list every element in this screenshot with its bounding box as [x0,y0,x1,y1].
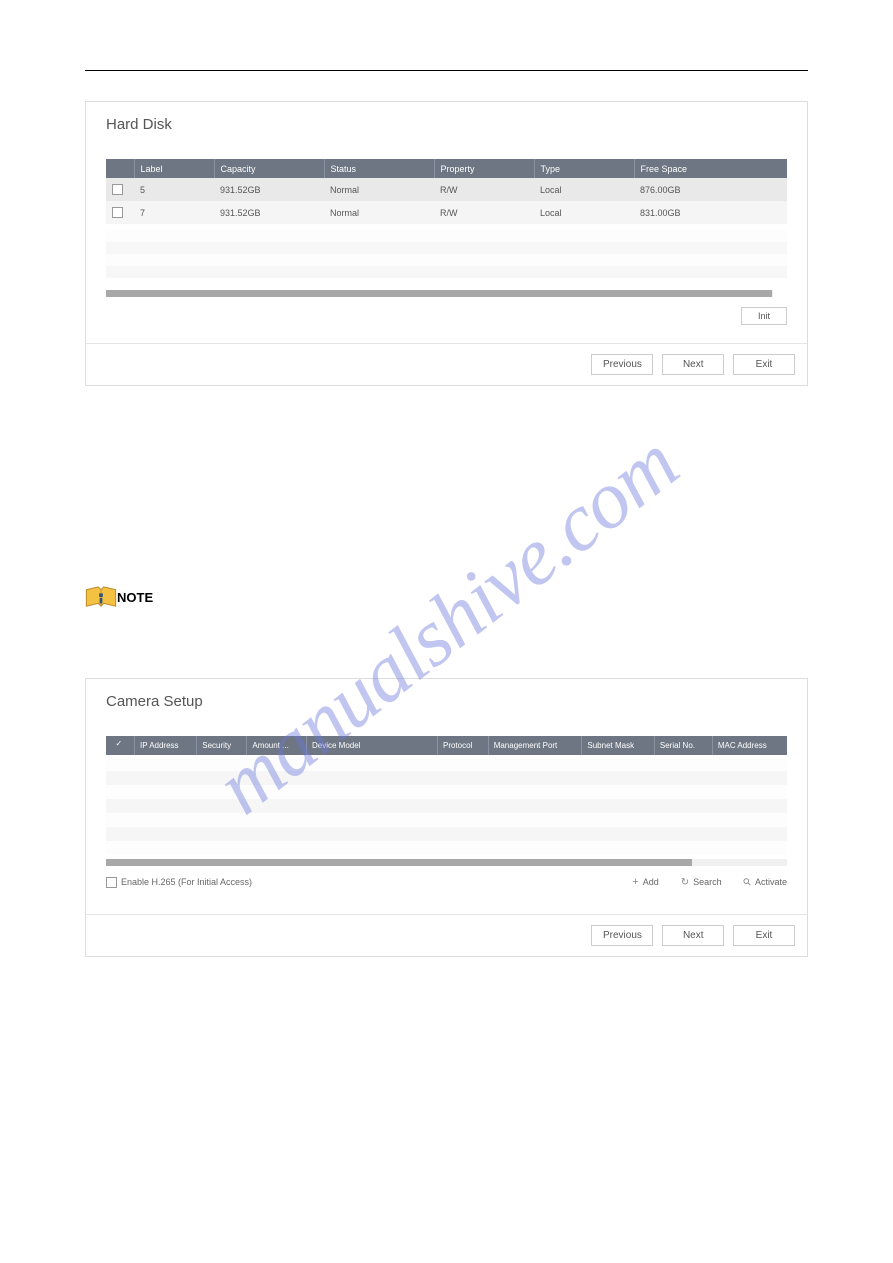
cam-header-ip: IP Address [135,736,197,755]
hd-header-status: Status [324,159,434,178]
note-callout: NOTE [85,586,808,608]
next-button[interactable]: Next [662,354,724,375]
note-icon [85,586,113,608]
row-checkbox[interactable] [112,207,123,218]
cell-capacity: 931.52GB [214,201,324,224]
cell-capacity: 931.52GB [214,178,324,201]
cell-label: 5 [134,178,214,201]
cell-status: Normal [324,178,434,201]
cam-header-model: Device Model [306,736,437,755]
table-row[interactable]: 7 931.52GB Normal R/W Local 831.00GB [106,201,787,224]
cell-type: Local [534,178,634,201]
note-label: NOTE [117,590,153,605]
cam-h-scrollbar[interactable] [106,859,692,866]
hd-header-checkbox[interactable] [106,159,134,178]
cell-freespace: 831.00GB [634,201,787,224]
previous-button[interactable]: Previous [591,925,653,946]
cam-empty-stripes [106,757,787,855]
add-button[interactable]: Add [632,876,658,888]
next-button[interactable]: Next [662,925,724,946]
enable-h265-label: Enable H.265 (For Initial Access) [121,877,252,887]
h-scrollbar[interactable] [106,290,787,297]
cell-freespace: 876.00GB [634,178,787,201]
cam-header-serial: Serial No. [654,736,712,755]
camera-table: IP Address Security Amount ... Device Mo… [106,736,787,755]
cam-header-subnet: Subnet Mask [582,736,654,755]
row-checkbox[interactable] [112,184,123,195]
hd-header-property: Property [434,159,534,178]
cam-header-protocol: Protocol [437,736,488,755]
activate-button[interactable]: Activate [744,877,787,888]
exit-button[interactable]: Exit [733,354,795,375]
init-button[interactable]: Init [741,307,787,325]
plus-icon [632,876,638,888]
cam-header-mgmt: Management Port [488,736,582,755]
cam-header-amount: Amount ... [247,736,307,755]
refresh-icon [681,877,689,888]
camera-setup-panel: Camera Setup IP Address Security Amount … [85,678,808,957]
hd-header-type: Type [534,159,634,178]
search-button[interactable]: Search [681,877,722,888]
top-rule [85,70,808,71]
hd-header-freespace: Free Space [634,159,787,178]
cell-label: 7 [134,201,214,224]
enable-h265-checkbox[interactable]: Enable H.265 (For Initial Access) [106,877,252,888]
hard-disk-table: Label Capacity Status Property Type Free… [106,159,787,224]
cell-status: Normal [324,201,434,224]
cam-footer: Previous Next Exit [86,914,807,956]
key-icon [744,877,751,888]
cam-header-mac: MAC Address [712,736,787,755]
cell-property: R/W [434,201,534,224]
hd-footer: Previous Next Exit [86,343,807,385]
table-row[interactable]: 5 931.52GB Normal R/W Local 876.00GB [106,178,787,201]
cam-header-checkbox[interactable] [106,736,135,755]
cam-header-security: Security [197,736,247,755]
hard-disk-title: Hard Disk [86,102,807,143]
camera-setup-title: Camera Setup [86,679,807,720]
previous-button[interactable]: Previous [591,354,653,375]
cell-property: R/W [434,178,534,201]
hard-disk-panel: Hard Disk Label Capacity Status Property… [85,101,808,386]
hd-header-label: Label [134,159,214,178]
hd-header-capacity: Capacity [214,159,324,178]
cell-type: Local [534,201,634,224]
empty-stripes [106,230,787,284]
exit-button[interactable]: Exit [733,925,795,946]
